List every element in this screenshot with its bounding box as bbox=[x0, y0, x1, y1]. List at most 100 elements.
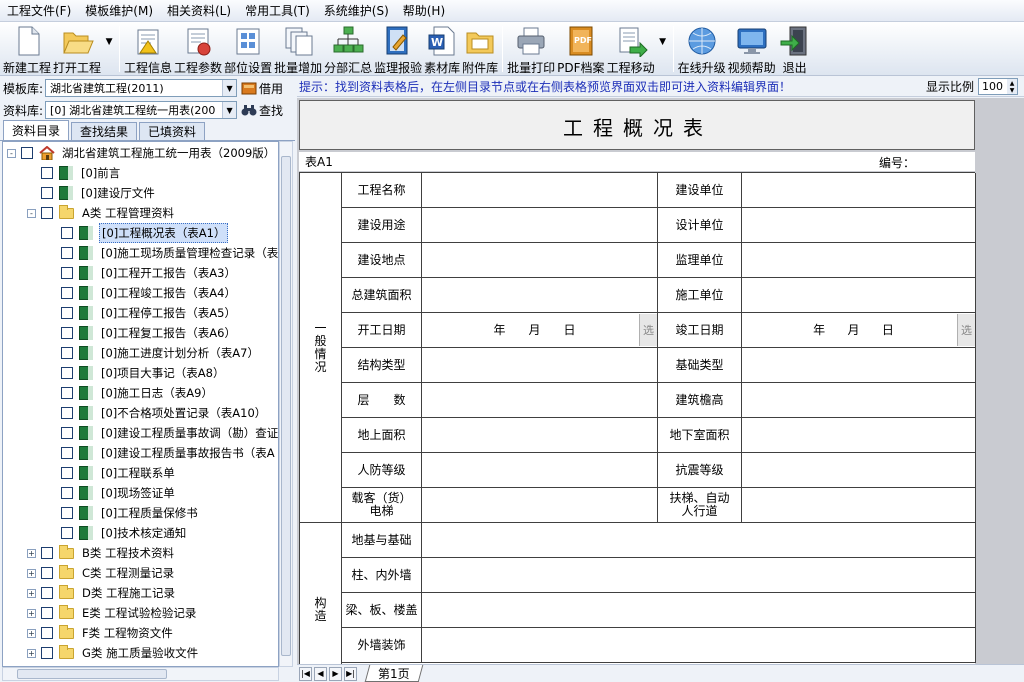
field-value[interactable] bbox=[742, 488, 976, 523]
tree-node[interactable]: [0]不合格项处置记录（表A10） bbox=[47, 403, 268, 423]
scrollbar-thumb[interactable] bbox=[281, 156, 291, 656]
menu-item[interactable]: 系统维护(S) bbox=[317, 2, 396, 19]
tree-node[interactable]: + G类 施工质量验收文件 bbox=[27, 643, 200, 663]
search-button[interactable]: 查找 bbox=[241, 102, 283, 119]
borrow-button[interactable]: 借用 bbox=[241, 80, 283, 97]
checkbox[interactable] bbox=[41, 627, 53, 639]
field-value[interactable] bbox=[742, 418, 976, 453]
tree-node[interactable]: + D类 工程施工记录 bbox=[27, 583, 177, 603]
chevron-down-icon[interactable]: ▼ bbox=[222, 102, 237, 118]
online-upgrade-button[interactable]: 在线升级 bbox=[678, 22, 726, 76]
date-picker-button[interactable]: 选 bbox=[639, 314, 657, 346]
checkbox[interactable] bbox=[41, 567, 53, 579]
menu-item[interactable]: 模板维护(M) bbox=[78, 2, 160, 19]
chevron-down-icon[interactable]: ▼ bbox=[222, 80, 237, 96]
form-preview[interactable]: 工程概况表 表A1 编号： 一 般 情 况 工程名称 建设单位 建设用途 设计单位 建设地… bbox=[297, 98, 1024, 664]
spinner-icon[interactable]: ▲ ▼ bbox=[1007, 79, 1017, 94]
field-value[interactable] bbox=[422, 243, 658, 278]
checkbox[interactable] bbox=[61, 507, 73, 519]
field-value[interactable] bbox=[422, 593, 976, 628]
subtotal-button[interactable]: 分部汇总 bbox=[324, 22, 372, 76]
tree-node[interactable]: [0]项目大事记（表A8） bbox=[47, 363, 226, 383]
expand-icon[interactable]: + bbox=[27, 588, 36, 598]
checkbox[interactable] bbox=[61, 487, 73, 499]
project-move-dropdown-icon[interactable]: ▼ bbox=[656, 22, 670, 62]
material-library-button[interactable]: W 素材库 bbox=[424, 22, 460, 76]
tree-node[interactable]: + F类 工程物资文件 bbox=[27, 623, 175, 643]
menu-item[interactable]: 帮助(H) bbox=[396, 2, 452, 19]
checkbox[interactable] bbox=[61, 387, 73, 399]
menu-item[interactable]: 工程文件(F) bbox=[0, 2, 78, 19]
sheet-tab[interactable]: 第1页 bbox=[364, 665, 423, 682]
menu-item[interactable]: 相关资料(L) bbox=[160, 2, 238, 19]
tree-node[interactable]: + E类 工程试验检验记录 bbox=[27, 603, 198, 623]
part-settings-button[interactable]: 部位设置 bbox=[224, 22, 272, 76]
field-value[interactable] bbox=[742, 208, 976, 243]
field-value[interactable] bbox=[742, 243, 976, 278]
field-value[interactable] bbox=[742, 278, 976, 313]
field-value[interactable] bbox=[422, 383, 658, 418]
field-value[interactable] bbox=[742, 348, 976, 383]
next-page-icon[interactable]: ▶ bbox=[329, 666, 342, 681]
tree-node[interactable]: + C类 工程测量记录 bbox=[27, 563, 176, 583]
new-project-button[interactable]: 新建工程 bbox=[3, 22, 51, 76]
checkbox[interactable] bbox=[61, 327, 73, 339]
field-value[interactable] bbox=[742, 383, 976, 418]
open-project-dropdown-icon[interactable]: ▼ bbox=[102, 22, 116, 62]
sidebar-tab[interactable]: 查找结果 bbox=[71, 122, 138, 140]
expand-icon[interactable]: + bbox=[27, 568, 36, 578]
field-value[interactable] bbox=[422, 628, 976, 663]
expand-icon[interactable]: + bbox=[27, 548, 36, 558]
checkbox[interactable] bbox=[61, 287, 73, 299]
checkbox[interactable] bbox=[41, 587, 53, 599]
prev-page-icon[interactable]: ◀ bbox=[314, 666, 327, 681]
checkbox[interactable] bbox=[61, 447, 73, 459]
checkbox[interactable] bbox=[21, 147, 33, 159]
checkbox[interactable] bbox=[61, 247, 73, 259]
date-picker-button[interactable]: 选 bbox=[957, 314, 975, 346]
checkbox[interactable] bbox=[41, 187, 53, 199]
field-value[interactable] bbox=[422, 488, 658, 523]
tree-node[interactable]: [0]工程复工报告（表A6） bbox=[47, 323, 238, 343]
tree-node[interactable]: - 湖北省建筑工程施工统一用表（2009版） bbox=[7, 143, 277, 163]
tree-node[interactable]: [0]工程联系单 bbox=[47, 463, 177, 483]
tree-node[interactable]: [0]施工日志（表A9） bbox=[47, 383, 215, 403]
checkbox[interactable] bbox=[61, 227, 73, 239]
checkbox[interactable] bbox=[61, 527, 73, 539]
template-select[interactable]: 湖北省建筑工程(2011) ▼ bbox=[45, 79, 238, 97]
tree-node[interactable]: - A类 工程管理资料 bbox=[27, 203, 176, 223]
tree-node[interactable]: + B类 工程技术资料 bbox=[27, 543, 176, 563]
tree-node[interactable]: [0]建设工程质量事故报告书（表A bbox=[47, 443, 277, 463]
checkbox[interactable] bbox=[41, 207, 53, 219]
pdf-archive-button[interactable]: PDF PDF档案 bbox=[557, 22, 605, 76]
checkbox[interactable] bbox=[61, 347, 73, 359]
project-move-button[interactable]: 工程移动 bbox=[607, 22, 655, 76]
scrollbar-thumb[interactable] bbox=[17, 669, 167, 679]
field-value[interactable] bbox=[422, 208, 658, 243]
field-value[interactable]: 年月日选 bbox=[422, 313, 658, 348]
checkbox[interactable] bbox=[61, 267, 73, 279]
expand-icon[interactable]: + bbox=[27, 628, 36, 638]
checkbox[interactable] bbox=[61, 307, 73, 319]
tree-node[interactable]: [0]建设厅文件 bbox=[27, 183, 157, 203]
field-value[interactable] bbox=[422, 278, 658, 313]
menu-item[interactable]: 常用工具(T) bbox=[238, 2, 317, 19]
checkbox[interactable] bbox=[41, 607, 53, 619]
tree-vertical-scrollbar[interactable] bbox=[279, 141, 293, 667]
tree-node[interactable]: [0]施工进度计划分析（表A7） bbox=[47, 343, 261, 363]
tree-node[interactable]: [0]工程停工报告（表A5） bbox=[47, 303, 238, 323]
field-value[interactable] bbox=[422, 418, 658, 453]
tree-node[interactable]: [0]工程开工报告（表A3） bbox=[47, 263, 238, 283]
tree-node[interactable]: [0]技术核定通知 bbox=[47, 523, 188, 543]
field-value[interactable] bbox=[422, 453, 658, 488]
tree-node[interactable]: [0]工程概况表（表A1） bbox=[47, 223, 229, 243]
tree-node[interactable]: [0]前言 bbox=[27, 163, 122, 183]
checkbox[interactable] bbox=[41, 647, 53, 659]
first-page-icon[interactable]: |◀ bbox=[299, 666, 312, 681]
zoom-input[interactable]: 100 ▲ ▼ bbox=[978, 78, 1018, 95]
batch-add-button[interactable]: 批量增加 bbox=[274, 22, 322, 76]
checkbox[interactable] bbox=[61, 467, 73, 479]
tree-node[interactable]: [0]现场签证单 bbox=[47, 483, 177, 503]
last-page-icon[interactable]: ▶| bbox=[344, 666, 357, 681]
checkbox[interactable] bbox=[41, 547, 53, 559]
